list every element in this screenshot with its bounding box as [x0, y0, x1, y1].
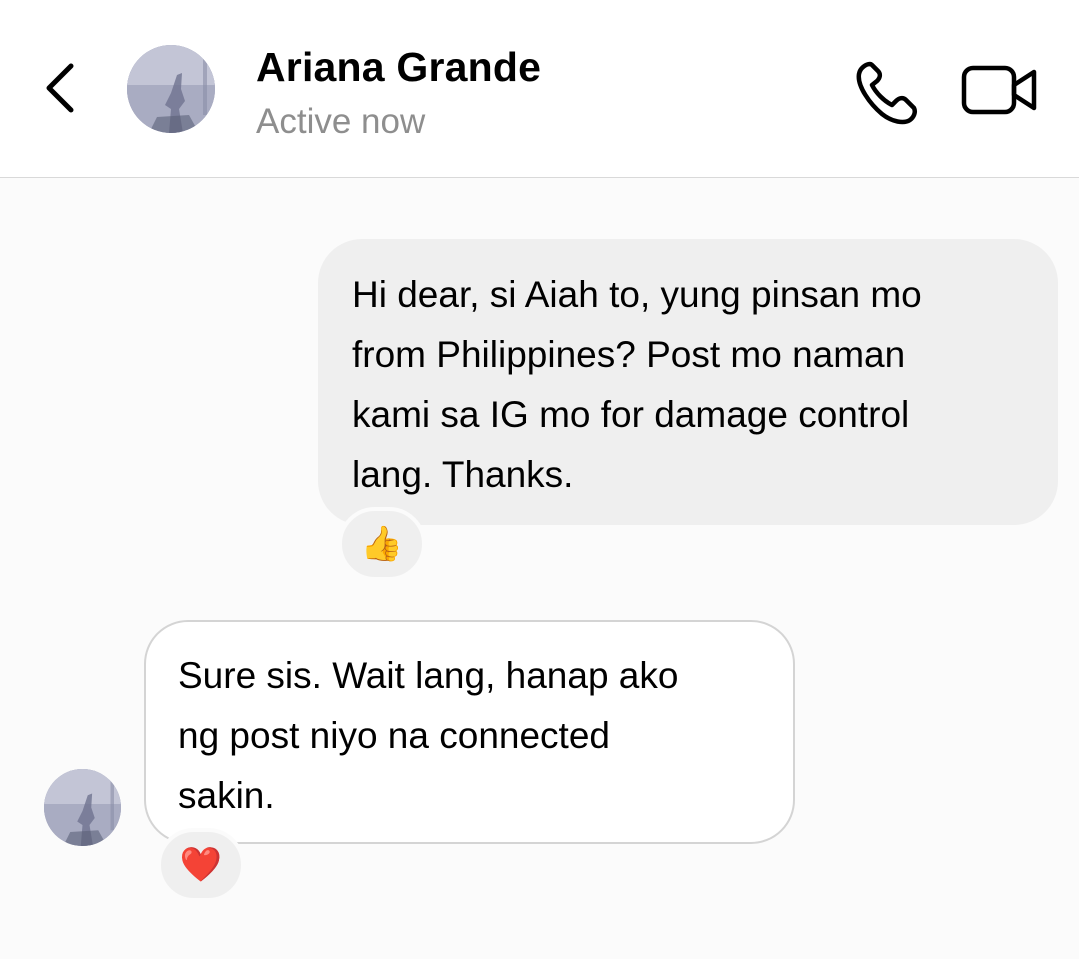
video-call-button[interactable]	[958, 58, 1042, 124]
phone-icon	[850, 61, 924, 132]
audio-call-button[interactable]	[850, 56, 924, 128]
chevron-left-icon	[43, 62, 77, 119]
video-camera-icon	[958, 65, 1042, 128]
message-text-line: lang. Thanks.	[352, 454, 574, 495]
message-text-line: kami sa IG mo for damage control	[352, 394, 910, 435]
message-text-line: from Philippines? Post mo naman	[352, 334, 906, 375]
message-text-line: Sure sis. Wait lang, hanap ako	[178, 655, 679, 696]
message-text-line: ng post niyo na connected	[178, 715, 610, 756]
heart-icon: ❤️	[179, 846, 223, 884]
outgoing-message-bubble[interactable]: Hi dear, si Aiah to, yung pinsan mo from…	[318, 239, 1058, 525]
thumbs-up-reaction[interactable]: 👍	[338, 507, 426, 581]
message-text-line: Hi dear, si Aiah to, yung pinsan mo	[352, 274, 922, 315]
incoming-message-bubble[interactable]: Sure sis. Wait lang, hanap ako ng post n…	[144, 620, 795, 844]
thumbs-up-icon: 👍	[360, 525, 404, 563]
heart-reaction[interactable]: ❤️	[157, 828, 245, 902]
active-status: Active now	[256, 102, 426, 141]
sender-avatar[interactable]	[44, 769, 121, 846]
message-text-line: sakin.	[178, 775, 275, 816]
contact-avatar[interactable]	[127, 45, 215, 133]
chat-header: Ariana Grande Active now	[0, 0, 1079, 178]
back-button[interactable]	[30, 52, 90, 128]
contact-name[interactable]: Ariana Grande	[256, 44, 541, 91]
